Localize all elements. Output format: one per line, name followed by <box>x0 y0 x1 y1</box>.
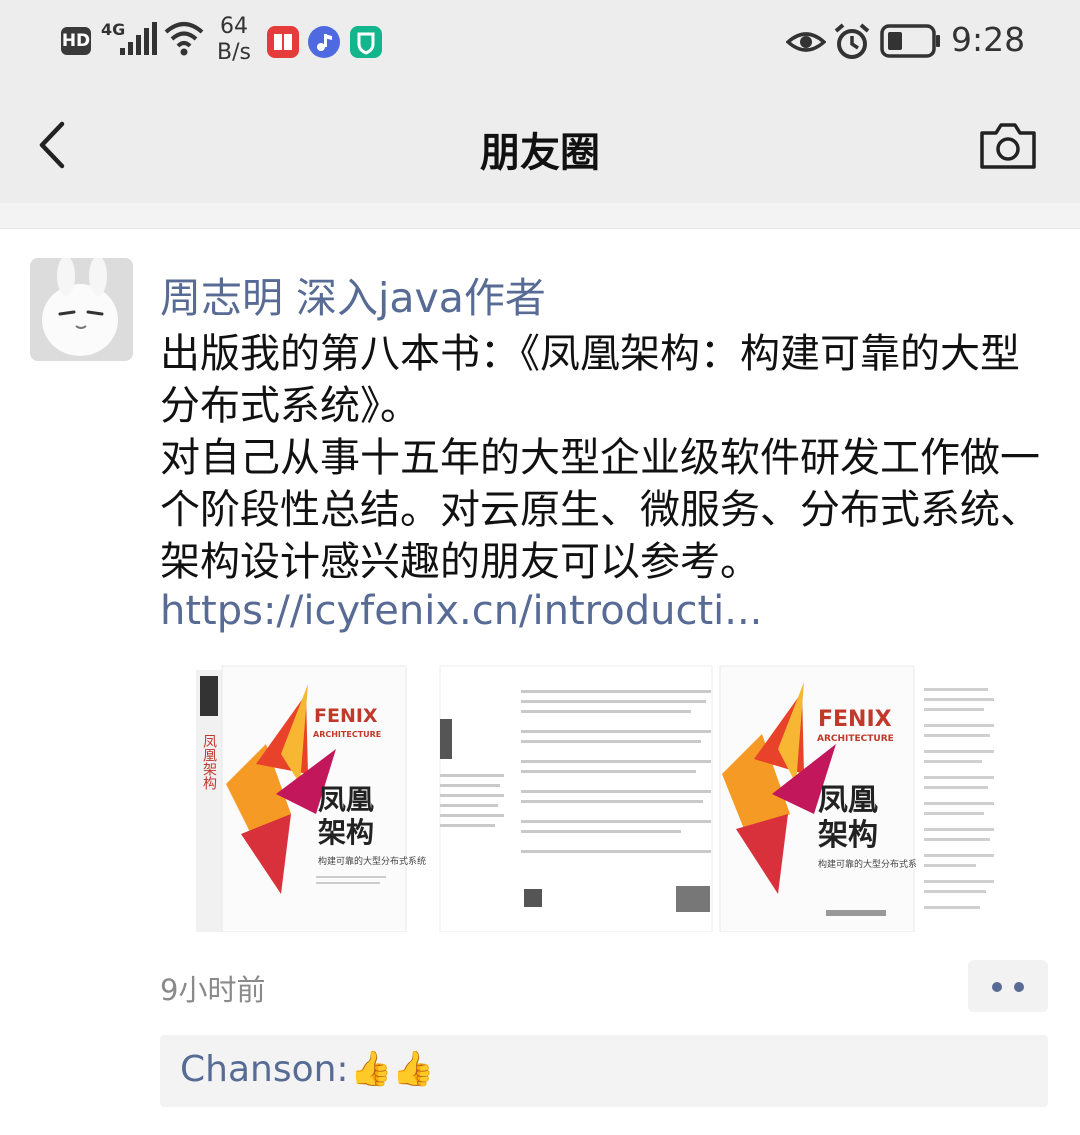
battery-icon <box>880 24 940 58</box>
section-divider <box>0 203 1080 229</box>
svg-text:ARCHITECTURE: ARCHITECTURE <box>313 730 381 739</box>
rabbit-avatar-icon <box>30 258 133 361</box>
avatar[interactable] <box>30 258 133 361</box>
svg-text:FENIX: FENIX <box>818 707 892 732</box>
post-paragraph: 对自己从事十五年的大型企业级软件研发工作做一个阶段性总结。对云原生、微服务、分布… <box>160 435 1040 585</box>
wifi-icon <box>164 22 204 56</box>
eye-icon <box>786 32 826 52</box>
camera-icon[interactable] <box>979 122 1037 170</box>
svg-text:架构: 架构 <box>818 818 878 853</box>
svg-text:FENIX: FENIX <box>314 705 378 727</box>
dot-icon <box>1014 982 1024 992</box>
post-paragraph: 出版我的第八本书：《凤凰架构：构建可靠的大型分布式系统》。 <box>160 331 1020 429</box>
comment-author[interactable]: Chanson: <box>180 1049 349 1090</box>
hd-badge: HD <box>61 27 91 55</box>
svg-text:构建可靠的大型分布式系统: 构建可靠的大型分布式系统 <box>318 855 426 867</box>
alarm-icon <box>834 23 870 59</box>
page-title: 朋友圈 <box>480 130 600 176</box>
status-bar: HD 4G 64 B/s 9:28 <box>0 0 1080 84</box>
svg-text:凤凰架构: 凤凰架构 <box>201 734 217 791</box>
nav-bar: 朋友圈 <box>0 84 1080 203</box>
net-speed: 64 B/s <box>217 14 251 65</box>
music-app-icon <box>308 26 340 58</box>
svg-text:凤凰: 凤凰 <box>318 783 374 816</box>
book-flap <box>916 666 1000 932</box>
comments-box: Chanson: 👍👍 <box>160 1035 1048 1107</box>
signal-icon <box>120 22 157 55</box>
clock: 9:28 <box>951 20 1026 59</box>
dot-icon <box>992 982 1002 992</box>
svg-text:构建可靠的大型分布式系统: 构建可靠的大型分布式系统 <box>818 858 926 870</box>
book-front-cover: FENIX ARCHITECTURE 凤凰 架构 构建可靠的大型分布式系统 <box>719 665 926 933</box>
thumbs-up-emoji: 👍👍 <box>350 1049 435 1089</box>
svg-text:凤凰: 凤凰 <box>818 783 878 818</box>
more-actions-button[interactable] <box>968 960 1048 1012</box>
post-image[interactable]: 凤凰架构 FENIX ARCHITECTURE 凤凰 架构 构建可靠的大型分布式… <box>196 664 1000 933</box>
post-time: 9小时前 <box>160 973 266 1007</box>
shield-app-icon <box>350 26 382 58</box>
post-author[interactable]: 周志明 深入java作者 <box>160 264 546 324</box>
book-front-cover: 凤凰架构 FENIX ARCHITECTURE 凤凰 架构 构建可靠的大型分布式… <box>196 665 426 933</box>
book-app-icon <box>267 26 299 58</box>
svg-text:架构: 架构 <box>318 816 374 849</box>
post-content: 出版我的第八本书：《凤凰架构：构建可靠的大型分布式系统》。 对自己从事十五年的大… <box>160 328 1050 588</box>
svg-text:ARCHITECTURE: ARCHITECTURE <box>817 734 894 744</box>
book-back-cover <box>439 665 713 933</box>
post-link[interactable]: https://icyfenix.cn/introducti... <box>160 588 762 634</box>
